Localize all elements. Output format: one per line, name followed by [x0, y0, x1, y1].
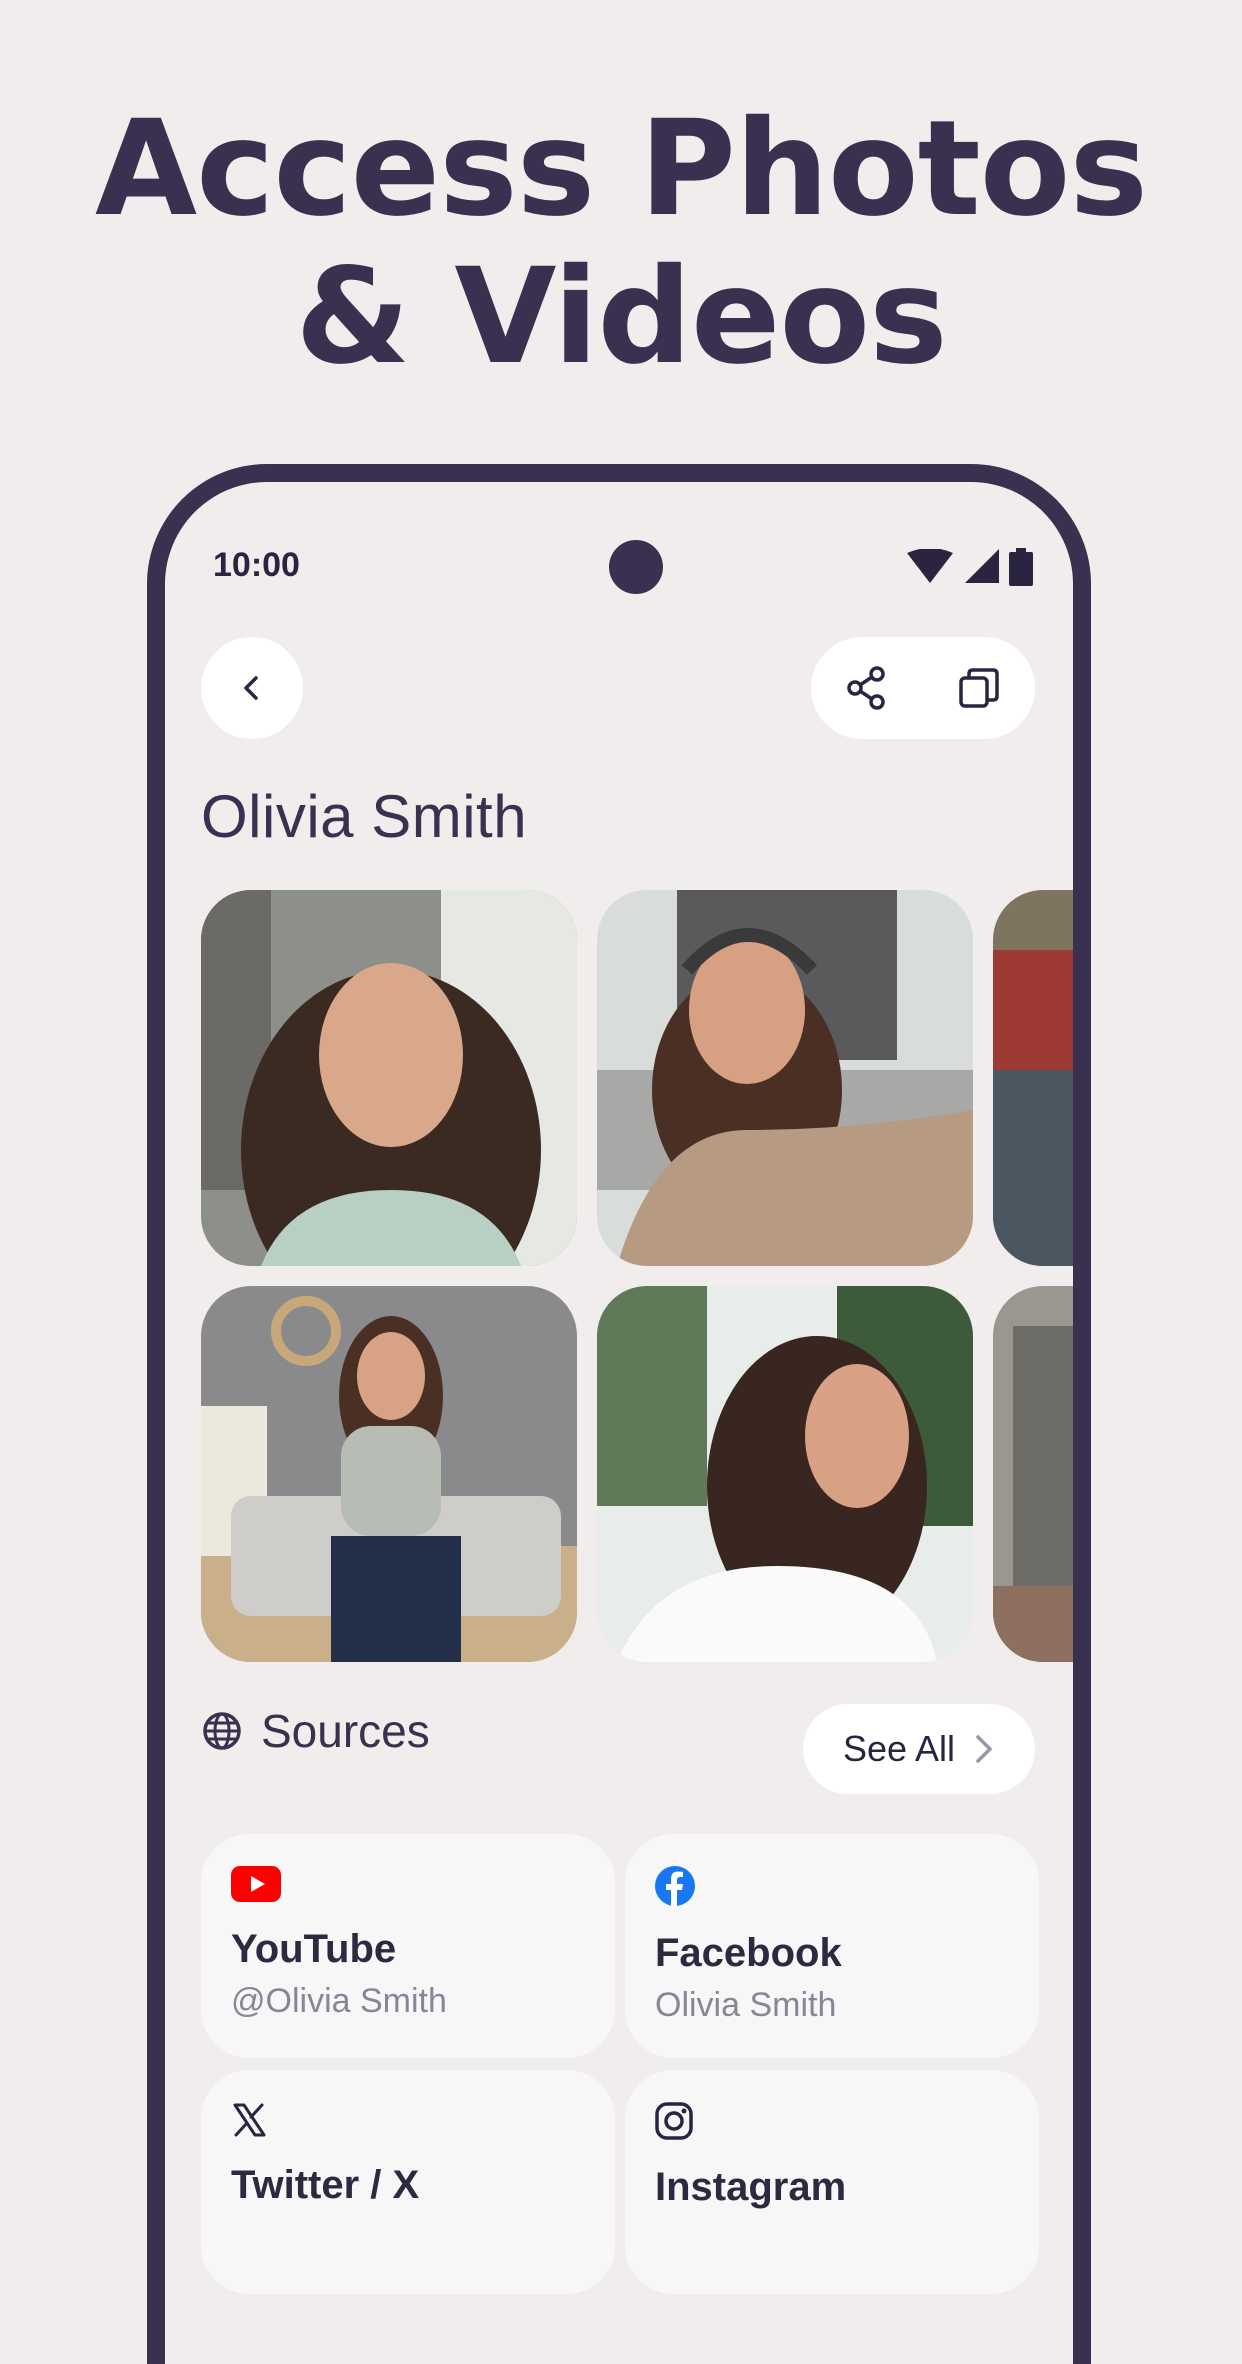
source-platform: Instagram — [655, 2165, 847, 2209]
source-card-twitter[interactable]: Twitter / X — [201, 2070, 615, 2294]
sources-title: Sources — [261, 1705, 430, 1757]
wifi-icon — [907, 549, 953, 583]
source-card-instagram[interactable]: Instagram — [625, 2070, 1039, 2294]
source-handle: @Olivia Smith — [231, 1982, 447, 2020]
youtube-icon — [231, 1866, 281, 1902]
photo-5[interactable] — [597, 1286, 973, 1662]
status-icons — [907, 548, 1033, 586]
globe-icon — [203, 1712, 241, 1750]
copy-icon[interactable] — [955, 664, 1003, 712]
source-handle: Olivia Smith — [655, 1986, 837, 2024]
instagram-icon — [655, 2102, 693, 2140]
source-platform: Twitter / X — [231, 2163, 420, 2207]
photo-2[interactable] — [597, 890, 973, 1266]
action-button-group — [811, 637, 1035, 739]
chevron-left-icon — [244, 676, 258, 700]
headline-line-2: & Videos — [295, 240, 947, 394]
see-all-button[interactable]: See All — [803, 1704, 1035, 1794]
share-icon[interactable] — [843, 664, 891, 712]
signal-icon — [965, 549, 999, 583]
source-card-youtube[interactable]: YouTube @Olivia Smith — [201, 1834, 615, 2058]
photo-3[interactable] — [993, 890, 1073, 1266]
headline: Access Photos & Videos — [0, 95, 1242, 391]
source-platform: Facebook — [655, 1931, 842, 1975]
photo-6[interactable] — [993, 1286, 1073, 1662]
battery-icon — [1009, 548, 1033, 586]
chevron-right-icon — [976, 1735, 993, 1763]
back-button[interactable] — [201, 637, 303, 739]
source-platform: YouTube — [231, 1927, 397, 1971]
camera-cutout — [609, 540, 663, 594]
photo-4[interactable] — [201, 1286, 577, 1662]
profile-name: Olivia Smith — [201, 783, 528, 850]
phone-frame: 10:00 Olivia Smith Sources See All YouTu… — [147, 464, 1091, 2364]
sources-header: Sources — [201, 1704, 430, 1758]
source-card-facebook[interactable]: Facebook Olivia Smith — [625, 1834, 1039, 2058]
status-time: 10:00 — [213, 546, 300, 584]
headline-line-1: Access Photos — [94, 92, 1148, 246]
x-icon — [233, 2103, 266, 2137]
photo-1[interactable] — [201, 890, 577, 1266]
facebook-icon — [655, 1866, 695, 1906]
see-all-label: See All — [842, 1728, 956, 1769]
